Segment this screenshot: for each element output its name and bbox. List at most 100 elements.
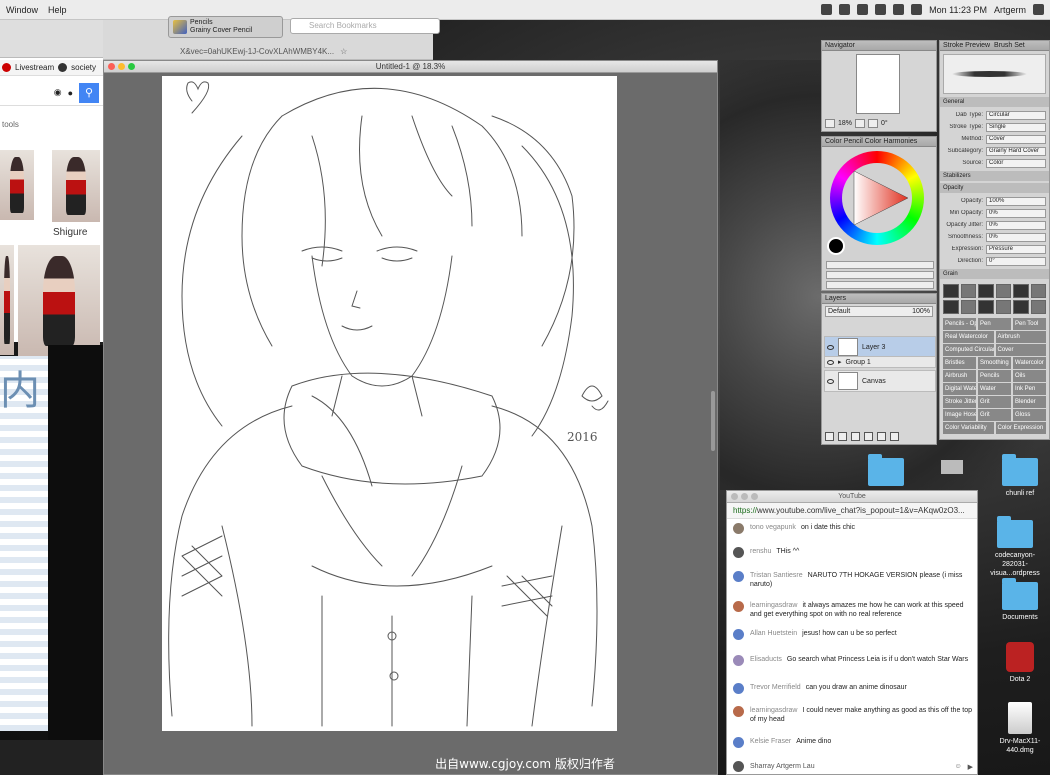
menu-window[interactable]: Window <box>6 5 38 15</box>
brush-preset[interactable]: Pencils <box>978 370 1011 382</box>
avatar[interactable] <box>733 737 744 748</box>
tab-stroke-preview[interactable]: Stroke Preview <box>943 42 990 49</box>
tray-icon[interactable] <box>839 4 851 15</box>
mic-icon[interactable]: ● <box>68 88 73 98</box>
close-icon[interactable] <box>731 493 738 500</box>
brush-tip[interactable] <box>1030 284 1046 298</box>
brush-preset[interactable]: Blender <box>1013 396 1046 408</box>
zoom-out-icon[interactable] <box>825 118 835 128</box>
merge-icon[interactable] <box>864 432 873 441</box>
chat-username[interactable]: learningasdraw <box>750 602 797 609</box>
visibility-icon[interactable] <box>827 359 834 365</box>
tab-pencil[interactable]: Pencil <box>844 138 863 145</box>
desktop-folder-codecanyon[interactable]: codecanyon-282031-visua...ordpress <box>985 516 1045 578</box>
avatar[interactable] <box>733 655 744 666</box>
brush-tip[interactable] <box>1013 300 1029 314</box>
chat-username[interactable]: Trevor Merrifield <box>750 684 801 691</box>
desktop-image[interactable] <box>922 460 982 474</box>
chat-username[interactable]: Elisaducts <box>750 656 782 663</box>
desktop-file-dmg[interactable]: Drv-MacX11-440.dmg <box>990 702 1050 755</box>
desktop-folder-documents[interactable]: Documents <box>990 578 1050 622</box>
method-select[interactable]: Cover <box>986 134 1046 144</box>
chat-username[interactable]: Allan Huetstein <box>750 630 797 637</box>
opacity-jitter-slider[interactable]: 0% <box>986 220 1046 230</box>
bookmark-society[interactable]: society <box>71 63 96 72</box>
min-opacity-slider[interactable]: 0% <box>986 208 1046 218</box>
brush-preset[interactable]: Pen <box>978 318 1011 330</box>
brush-preset[interactable]: Digital Watercolor <box>943 383 976 395</box>
brush-tip[interactable] <box>995 300 1011 314</box>
wifi-icon[interactable] <box>875 4 887 15</box>
brush-preset[interactable]: Cover <box>995 344 1046 356</box>
visibility-icon[interactable] <box>827 344 834 350</box>
brush-tip[interactable] <box>943 300 959 314</box>
canvas-titlebar[interactable]: Untitled-1 @ 18.3% <box>104 61 717 73</box>
avatar[interactable] <box>733 683 744 694</box>
brush-preset[interactable]: Watercolor <box>1013 357 1046 369</box>
desktop-folder[interactable] <box>856 454 916 489</box>
search-tools-link[interactable]: tools <box>2 120 19 129</box>
section-grain[interactable]: Grain <box>940 269 1049 279</box>
brush-preset[interactable]: Gloss <box>1013 409 1046 421</box>
section-stabilizers[interactable]: Stabilizers <box>940 171 1049 181</box>
brush-preset[interactable]: Water <box>978 383 1011 395</box>
desktop-app-dota2[interactable]: Dota 2 <box>990 642 1050 684</box>
navigator-preview[interactable] <box>856 54 900 114</box>
chat-username[interactable]: learningasdraw <box>750 707 797 714</box>
google-search-bar[interactable]: ◉ ● ⚲ <box>0 80 103 106</box>
drawing-canvas[interactable]: 2016 <box>162 76 617 731</box>
avatar[interactable] <box>733 601 744 612</box>
brush-preset[interactable]: Computed Circular <box>943 344 994 356</box>
brush-preset[interactable]: Airbrush <box>943 370 976 382</box>
avatar[interactable] <box>733 629 744 640</box>
lock-icon[interactable] <box>877 432 886 441</box>
brush-tip[interactable] <box>1030 300 1046 314</box>
brush-preset[interactable]: Stroke Jitter <box>943 396 976 408</box>
tray-icon[interactable] <box>821 4 833 15</box>
minimize-icon[interactable] <box>118 63 125 70</box>
minimize-icon[interactable] <box>741 493 748 500</box>
smoothness-slider[interactable]: 0% <box>986 232 1046 242</box>
color-triangle[interactable] <box>842 163 912 233</box>
tab-color[interactable]: Color <box>825 138 842 145</box>
search-result-image[interactable] <box>0 150 34 220</box>
zoom-value[interactable]: 18% <box>838 120 852 127</box>
dab-type-select[interactable]: Circular <box>986 110 1046 120</box>
menubar-user[interactable]: Artgerm <box>994 5 1026 15</box>
brush-preset[interactable]: Pen Tool <box>1013 318 1046 330</box>
brush-preset[interactable]: Image Hose <box>943 409 976 421</box>
bookmark-livestream[interactable]: Livestream <box>15 63 54 72</box>
volume-icon[interactable] <box>893 4 905 15</box>
zoom-icon[interactable] <box>128 63 135 70</box>
rotate-icon[interactable] <box>868 118 879 128</box>
zoom-in-icon[interactable] <box>855 118 866 128</box>
section-general[interactable]: General <box>940 97 1049 107</box>
search-button[interactable]: ⚲ <box>79 82 99 103</box>
chat-username[interactable]: Kelsie Fraser <box>750 738 791 745</box>
brush-preset[interactable]: Grit <box>978 409 1011 421</box>
battery-icon[interactable] <box>911 4 923 15</box>
brush-preset[interactable]: Pencils - Opaque <box>943 318 976 330</box>
brush-tip[interactable] <box>978 284 994 298</box>
bookmark-search-input[interactable]: Search Bookmarks <box>290 18 440 34</box>
tab-color-harmonies[interactable]: Color Harmonies <box>865 138 918 145</box>
tray-icon[interactable] <box>857 4 869 15</box>
search-result-image[interactable] <box>18 245 100 357</box>
chat-username[interactable]: Tristan Santiesre <box>750 572 803 579</box>
avatar[interactable] <box>733 547 744 558</box>
star-icon[interactable]: ☆ <box>340 47 347 56</box>
opacity-slider[interactable]: 100% <box>986 196 1046 206</box>
layer-row[interactable]: Layer 3 <box>824 336 936 358</box>
search-result-image[interactable] <box>52 150 100 222</box>
visibility-icon[interactable] <box>827 378 834 384</box>
brush-tip[interactable] <box>978 300 994 314</box>
brush-tip[interactable] <box>943 284 959 298</box>
mask-icon[interactable] <box>851 432 860 441</box>
layer-row[interactable]: Canvas <box>824 370 936 392</box>
chat-url-bar[interactable]: https://www.youtube.com/live_chat?is_pop… <box>727 503 977 519</box>
brush-tip[interactable] <box>995 284 1011 298</box>
avatar[interactable] <box>733 706 744 717</box>
brush-preset[interactable]: Grit <box>978 396 1011 408</box>
chat-username[interactable]: tono vegapunk <box>750 524 796 531</box>
search-result-image[interactable] <box>0 245 14 355</box>
